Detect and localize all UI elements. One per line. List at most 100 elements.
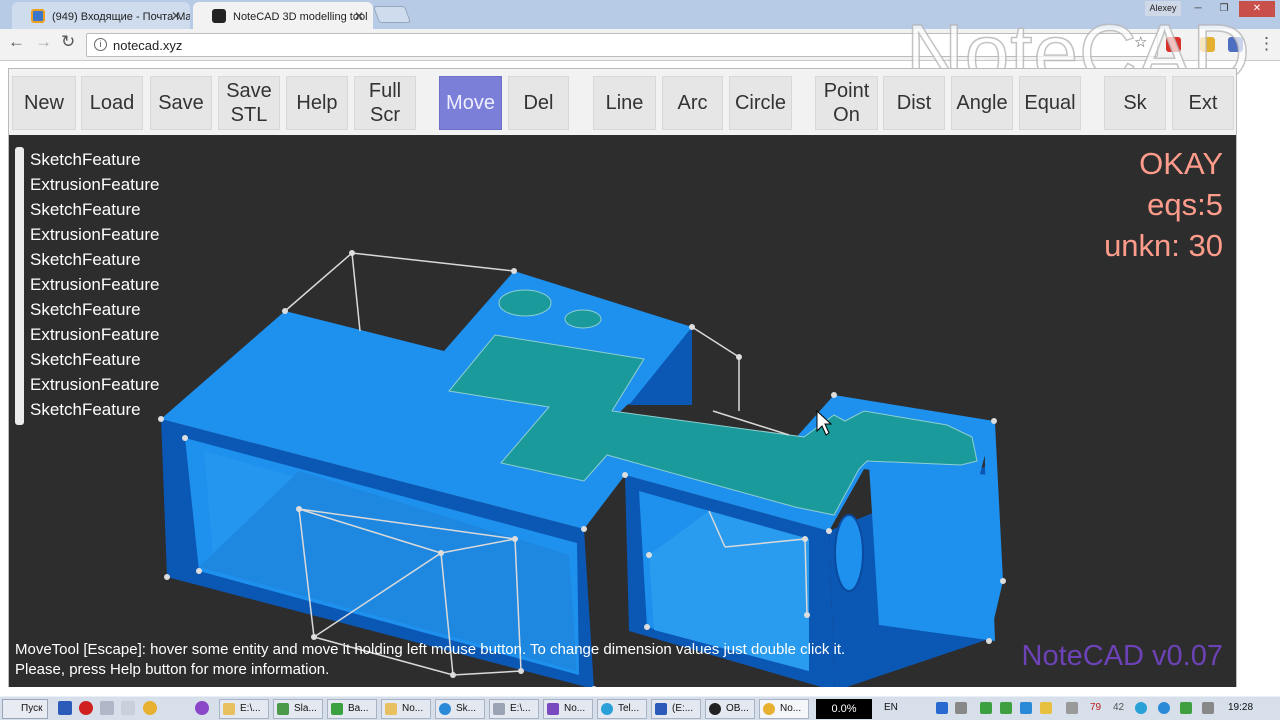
start-button[interactable]: Пуск [2, 699, 48, 719]
feature-item[interactable]: ExtrusionFeature [30, 272, 159, 297]
hint-line: Please, press Help button for more infor… [15, 661, 330, 678]
task-label: E:\... [240, 703, 261, 714]
telegram-icon[interactable] [1135, 702, 1147, 714]
chrome-icon[interactable] [143, 701, 157, 715]
folder-icon [385, 703, 397, 715]
folder-icon [223, 703, 235, 715]
taskbar-task[interactable]: E:\... [219, 699, 269, 719]
feature-list-scrollbar[interactable] [15, 147, 24, 425]
feature-item[interactable]: ExtrusionFeature [30, 322, 159, 347]
feature-item[interactable]: ExtrusionFeature [30, 372, 159, 397]
tray-icon[interactable] [1000, 702, 1012, 714]
task-label: No... [780, 703, 802, 714]
save-stl-button[interactable]: Save STL [218, 76, 280, 130]
angle-button[interactable]: Angle [951, 76, 1013, 130]
language-indicator[interactable]: EN [884, 702, 898, 713]
feature-item[interactable]: ExtrusionFeature [30, 222, 159, 247]
point-on-button[interactable]: Point On [815, 76, 878, 130]
tray-counter: 79 [1090, 702, 1102, 713]
line-tool-button[interactable]: Line [593, 76, 656, 130]
feature-item[interactable]: SketchFeature [30, 197, 159, 222]
task-label: Sk... [456, 703, 477, 714]
taskbar-task[interactable]: No... [759, 699, 809, 719]
close-icon[interactable]: ✕ [354, 9, 364, 23]
tool-hint: MoveTool [Escape]: hover some entity and… [15, 640, 845, 680]
3d-model[interactable] [9, 135, 1236, 687]
feature-item[interactable]: SketchFeature [30, 347, 159, 372]
tray-icon[interactable] [1180, 702, 1192, 714]
app-icon [493, 703, 505, 715]
3d-viewport[interactable]: SketchFeature ExtrusionFeature SketchFea… [9, 135, 1236, 687]
feature-list: SketchFeature ExtrusionFeature SketchFea… [30, 147, 159, 422]
slack-icon [277, 703, 289, 715]
feature-item[interactable]: SketchFeature [30, 397, 159, 422]
notepad-icon[interactable] [121, 701, 135, 715]
notecad-icon [212, 9, 226, 23]
opera-icon[interactable] [79, 701, 93, 715]
close-icon[interactable]: ✕ [171, 9, 181, 23]
back-icon[interactable]: ← [8, 32, 25, 52]
chrome-icon [763, 703, 775, 715]
taskbar-task[interactable]: Tel... [597, 699, 647, 719]
save-button[interactable]: Save [150, 76, 212, 130]
skype-icon[interactable] [1158, 702, 1170, 714]
taskbar-task[interactable]: (E:... [651, 699, 701, 719]
full-screen-button[interactable]: Full Scr [354, 76, 416, 130]
app-icon [331, 703, 343, 715]
feature-item[interactable]: SketchFeature [30, 247, 159, 272]
taskbar-task[interactable]: Sla... [273, 699, 323, 719]
skype-icon [439, 703, 451, 715]
quicklaunch-icon[interactable] [58, 701, 72, 715]
help-button[interactable]: Help [286, 76, 348, 130]
info-icon[interactable]: i [94, 38, 107, 51]
new-tab-button[interactable] [372, 6, 412, 23]
menu-icon[interactable]: ⋮ [1258, 34, 1275, 54]
task-label: Tel... [618, 703, 640, 714]
solver-result: OKAY [1139, 146, 1223, 181]
move-tool-button[interactable]: Move [439, 76, 502, 130]
equal-button[interactable]: Equal [1019, 76, 1081, 130]
notecad-page: New Load Save Save STL Help Full Scr Mov… [8, 68, 1237, 687]
obs-icon [709, 703, 721, 715]
volume-icon[interactable] [1202, 702, 1214, 714]
forward-icon[interactable]: → [35, 32, 52, 52]
tab-title: NoteCAD 3D modelling tool [233, 11, 368, 23]
tray-icon[interactable] [1066, 702, 1078, 714]
tray-icon[interactable] [955, 702, 967, 714]
clock[interactable]: 19:28 [1228, 702, 1253, 713]
circle-tool-button[interactable]: Circle [729, 76, 792, 130]
feature-item[interactable]: ExtrusionFeature [30, 172, 159, 197]
task-label: No... [564, 703, 586, 714]
taskbar-task[interactable]: Ba... [327, 699, 377, 719]
taskbar-task[interactable]: E:\... [489, 699, 539, 719]
app-icon [655, 703, 667, 715]
task-label: Ba... [348, 703, 369, 714]
taskbar-task[interactable]: Sk... [435, 699, 485, 719]
delete-button[interactable]: Del [508, 76, 569, 130]
hint-line: MoveTool [Escape]: hover some entity and… [15, 641, 846, 658]
tab-title: (949) Входящие - Почта Mail.Ru [52, 11, 190, 23]
new-button[interactable]: New [12, 76, 76, 130]
load-button[interactable]: Load [81, 76, 143, 130]
tab-mail[interactable]: (949) Входящие - Почта Mail.Ru ✕ [12, 2, 190, 29]
app-icon[interactable] [195, 701, 209, 715]
taskbar-task[interactable]: No... [543, 699, 593, 719]
tab-notecad[interactable]: NoteCAD 3D modelling tool ✕ [193, 2, 373, 29]
arc-tool-button[interactable]: Arc [662, 76, 723, 130]
feature-item[interactable]: SketchFeature [30, 147, 159, 172]
tray-icon[interactable] [1020, 702, 1032, 714]
extrude-button[interactable]: Ext [1172, 76, 1234, 130]
tray-icon[interactable] [1040, 702, 1052, 714]
taskbar-task[interactable]: OB... [705, 699, 755, 719]
tray-counter: 42 [1113, 702, 1125, 713]
sketch-button[interactable]: Sk [1104, 76, 1166, 130]
feature-item[interactable]: SketchFeature [30, 297, 159, 322]
cpu-meter: 0.0% [816, 699, 872, 719]
tools-icon[interactable] [100, 701, 114, 715]
tray-icon[interactable] [936, 702, 948, 714]
version-label: NoteCAD v0.07 [1021, 640, 1224, 672]
tray-icon[interactable] [980, 702, 992, 714]
distance-button[interactable]: Dist [883, 76, 945, 130]
taskbar-task[interactable]: No... [381, 699, 431, 719]
reload-icon[interactable]: ↻ [61, 32, 75, 52]
